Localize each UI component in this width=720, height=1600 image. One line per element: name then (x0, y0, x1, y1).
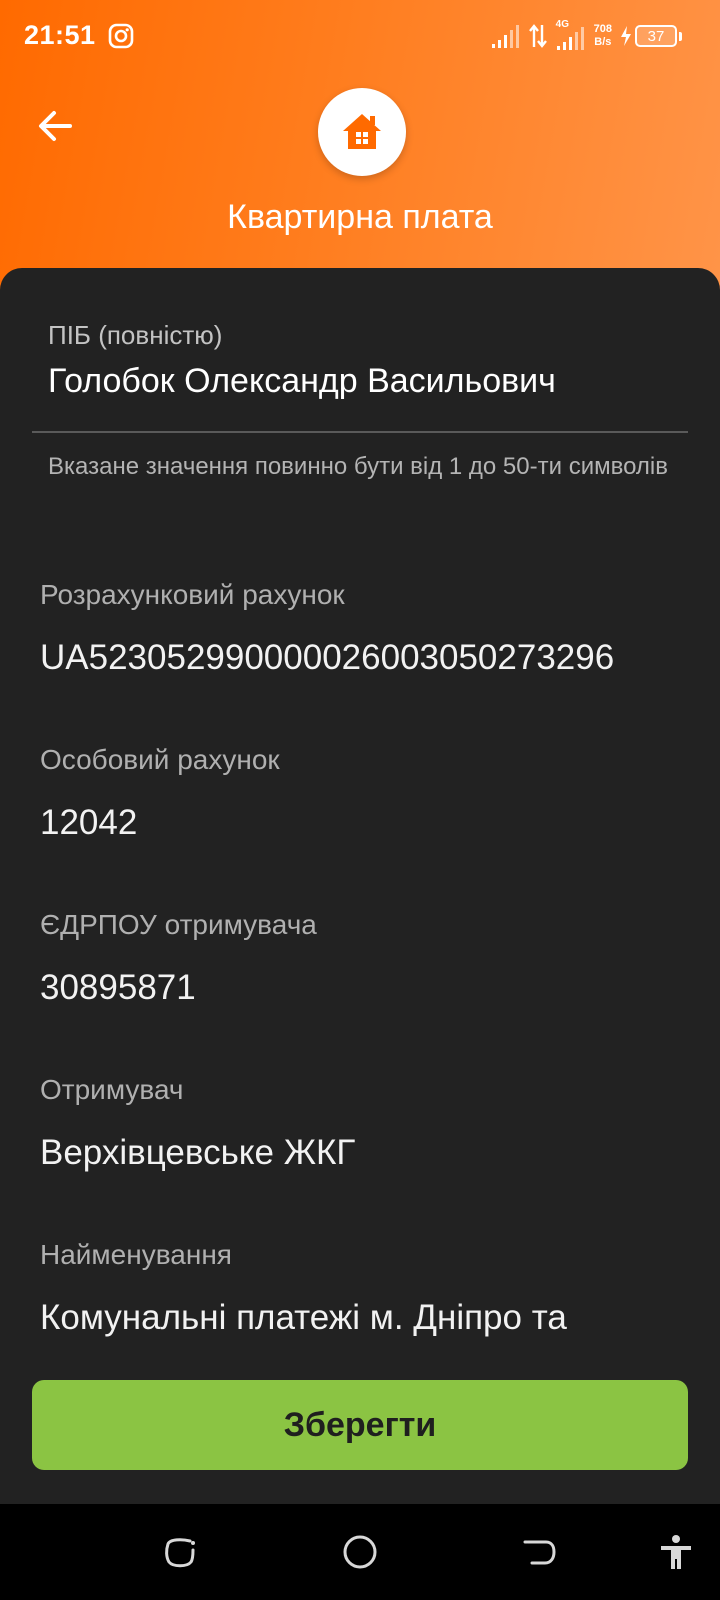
back-nav-icon[interactable] (520, 1532, 560, 1572)
full-name-label: ПІБ (повністю) (48, 320, 223, 350)
data-transfer-icon (528, 24, 547, 48)
back-button[interactable] (34, 104, 78, 148)
category-icon-circle (318, 88, 406, 176)
recipient-edrpou-label: ЄДРПОУ отримувача (40, 909, 317, 940)
signal-4g-icon: 4G (555, 19, 587, 51)
signal-icon (491, 25, 519, 48)
recipient-label: Отримувач (40, 1074, 184, 1105)
net-speed: 708 B/s (594, 23, 612, 49)
form-scroll-area[interactable]: ПІБ (повністю) Голобок Олександр Васильо… (0, 268, 720, 1348)
personal-account-value: 12042 (40, 803, 138, 842)
header: 21:51 4G 708 B/s 37 Квартирна плата (0, 0, 720, 300)
recipient-value: Верхівцевське ЖКГ (40, 1133, 356, 1172)
form-sheet: ПІБ (повністю) Голобок Олександр Васильо… (0, 268, 720, 1504)
account-number-value: UA523052990000026003050273296 (40, 638, 615, 677)
battery-level: 37 (647, 27, 665, 45)
screen: 21:51 4G 708 B/s 37 Квартирна плата ПІБ … (0, 0, 720, 1600)
battery-icon: 37 (635, 25, 677, 47)
full-name-field[interactable]: ПІБ (повністю) Голобок Олександр Васильо… (32, 268, 688, 433)
recipient-edrpou-value: 30895871 (40, 968, 196, 1007)
home-icon (343, 114, 381, 149)
status-icons: 4G 708 B/s 37 (491, 19, 682, 52)
home-nav-icon[interactable] (340, 1532, 380, 1572)
instagram-icon (108, 23, 134, 49)
battery-tip (679, 31, 682, 41)
purpose-label: Найменування (40, 1239, 232, 1270)
recent-apps-icon[interactable] (160, 1532, 200, 1572)
charging-icon (621, 26, 631, 46)
status-time: 21:51 (24, 20, 96, 50)
status-bar: 21:51 4G 708 B/s 37 (0, 0, 720, 72)
accessibility-icon[interactable] (656, 1532, 696, 1572)
save-button[interactable]: Зберегти (32, 1380, 688, 1470)
full-name-helper-text: Вказане значення повинно бути від 1 до 5… (48, 453, 668, 480)
battery: 37 (619, 25, 682, 47)
personal-account-label: Особовий рахунок (40, 744, 280, 775)
net-speed-value: 708 (593, 23, 612, 35)
account-number-label: Розрахунковий рахунок (40, 579, 345, 610)
full-name-input[interactable]: Голобок Олександр Васильович (48, 362, 556, 401)
system-nav-bar (0, 1504, 720, 1600)
net-speed-unit: B/s (594, 36, 612, 48)
purpose-value: Комунальні платежі м. Дніпро та (40, 1298, 567, 1337)
page-title: Квартирна плата (227, 198, 493, 236)
